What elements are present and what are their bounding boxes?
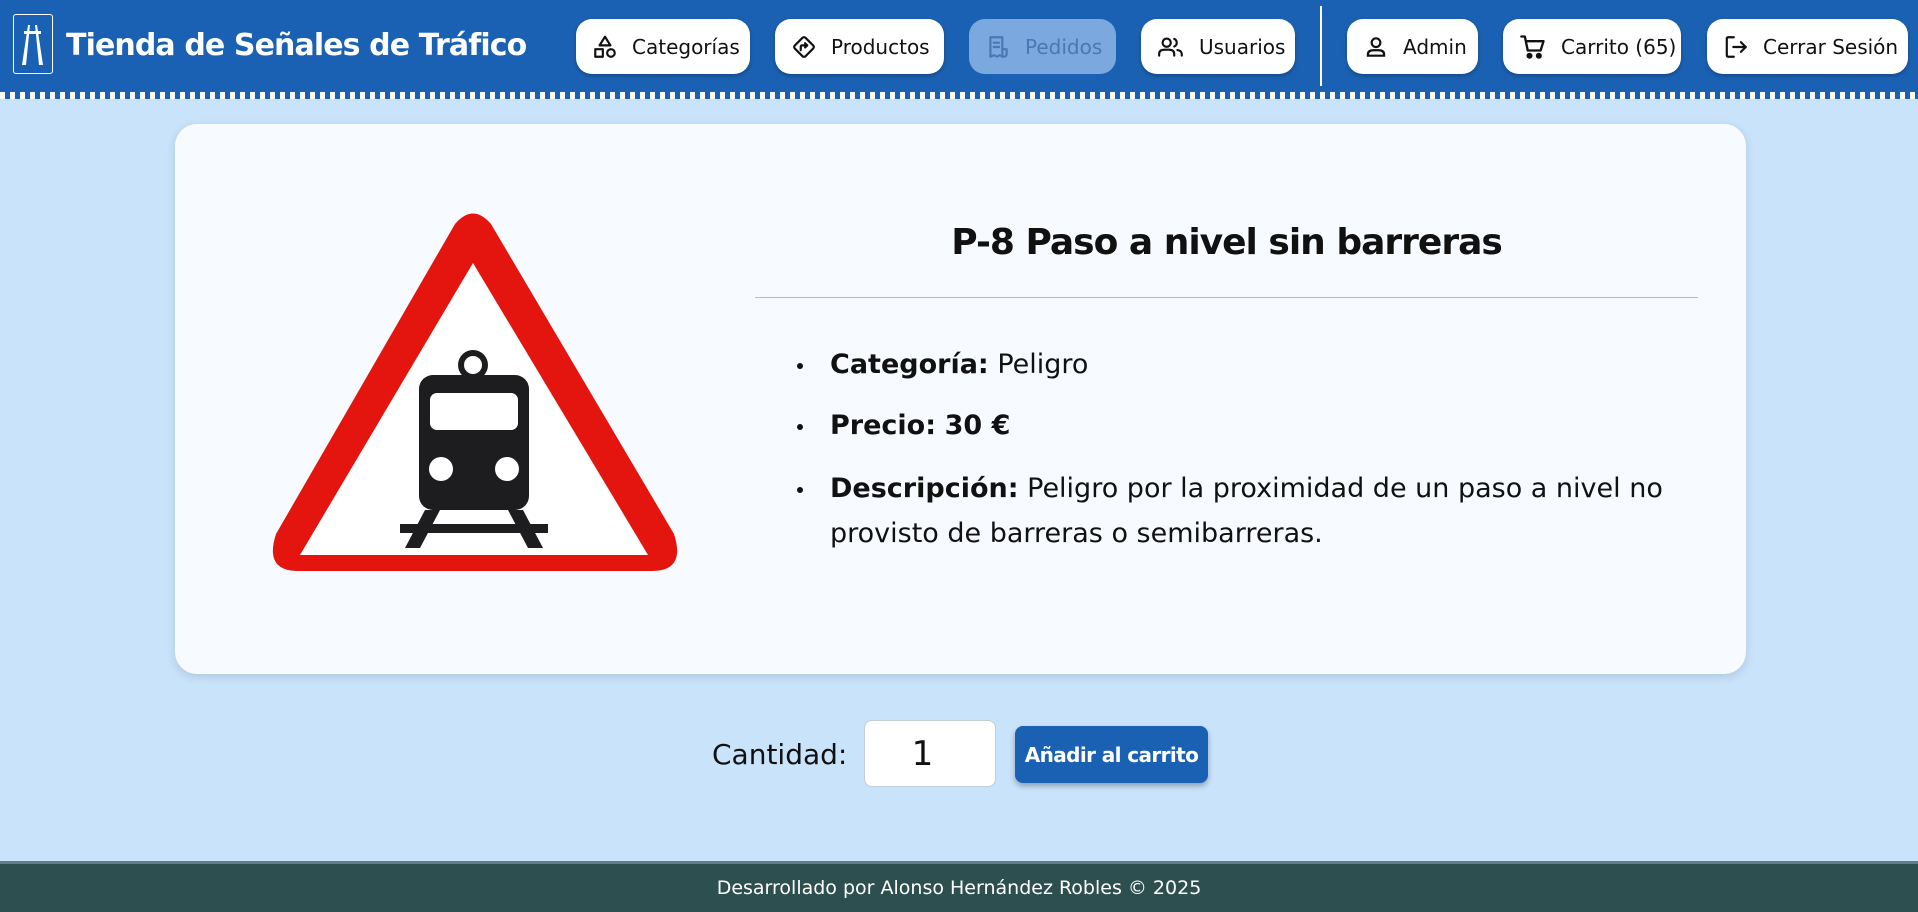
nav-pedidos-label: Pedidos — [1025, 34, 1103, 59]
title-divider — [755, 297, 1698, 298]
price-label: Precio: — [830, 410, 937, 441]
nav-logout-button[interactable]: Cerrar Sesión — [1707, 19, 1908, 74]
top-navbar: Tienda de Señales de Tráfico Categorías … — [0, 0, 1918, 92]
product-title: P-8 Paso a nivel sin barreras — [951, 222, 1503, 263]
cart-icon — [1520, 34, 1545, 59]
footer-credits: Desarrollado por Alonso Hernández Robles… — [716, 877, 1202, 899]
nav-productos-button[interactable]: Productos — [775, 19, 944, 74]
nav-categorias-label: Categorías — [632, 34, 740, 59]
footer: Desarrollado por Alonso Hernández Robles… — [0, 861, 1918, 912]
nav-carrito-button[interactable]: Carrito (65) — [1503, 19, 1681, 74]
product-details-list: Categoría: Peligro Precio: 30 € Descripc… — [795, 342, 1685, 556]
nav-admin-label: Admin — [1403, 34, 1467, 59]
detail-category: Categoría: Peligro — [795, 342, 1685, 387]
site-brand[interactable]: Tienda de Señales de Tráfico — [66, 24, 527, 68]
nav-admin-button[interactable]: Admin — [1347, 19, 1478, 74]
detail-price: Precio: 30 € — [795, 403, 1685, 448]
road-sign-icon — [793, 35, 815, 58]
nav-usuarios-label: Usuarios — [1199, 34, 1286, 59]
users-icon — [1158, 37, 1183, 57]
nav-categorias-button[interactable]: Categorías — [576, 19, 750, 74]
shapes-icon — [594, 35, 616, 58]
nav-logout-label: Cerrar Sesión — [1763, 34, 1899, 59]
railway-crossing-warning-sign-icon — [272, 213, 678, 571]
nav-pedidos-button[interactable]: Pedidos — [969, 19, 1116, 74]
quantity-label: Cantidad: — [712, 738, 848, 771]
nav-divider — [1320, 6, 1322, 86]
price-value: 30 € — [944, 410, 1011, 441]
logout-icon — [1725, 35, 1747, 58]
category-label: Categoría: — [830, 349, 989, 380]
header-stripe — [0, 92, 1918, 99]
nav-productos-label: Productos — [831, 34, 930, 59]
description-label: Descripción: — [830, 473, 1019, 504]
nav-usuarios-button[interactable]: Usuarios — [1141, 19, 1295, 74]
user-icon — [1366, 36, 1386, 57]
category-value: Peligro — [997, 349, 1089, 380]
nav-carrito-label: Carrito (65) — [1561, 34, 1677, 59]
highway-logo-icon[interactable] — [13, 14, 53, 74]
add-to-cart-button[interactable]: Añadir al carrito — [1015, 726, 1208, 783]
quantity-input[interactable] — [864, 720, 996, 787]
receipt-icon — [989, 35, 1008, 58]
product-card: P-8 Paso a nivel sin barreras Categoría:… — [175, 124, 1746, 674]
detail-description: Descripción: Peligro por la proximidad d… — [795, 466, 1685, 556]
